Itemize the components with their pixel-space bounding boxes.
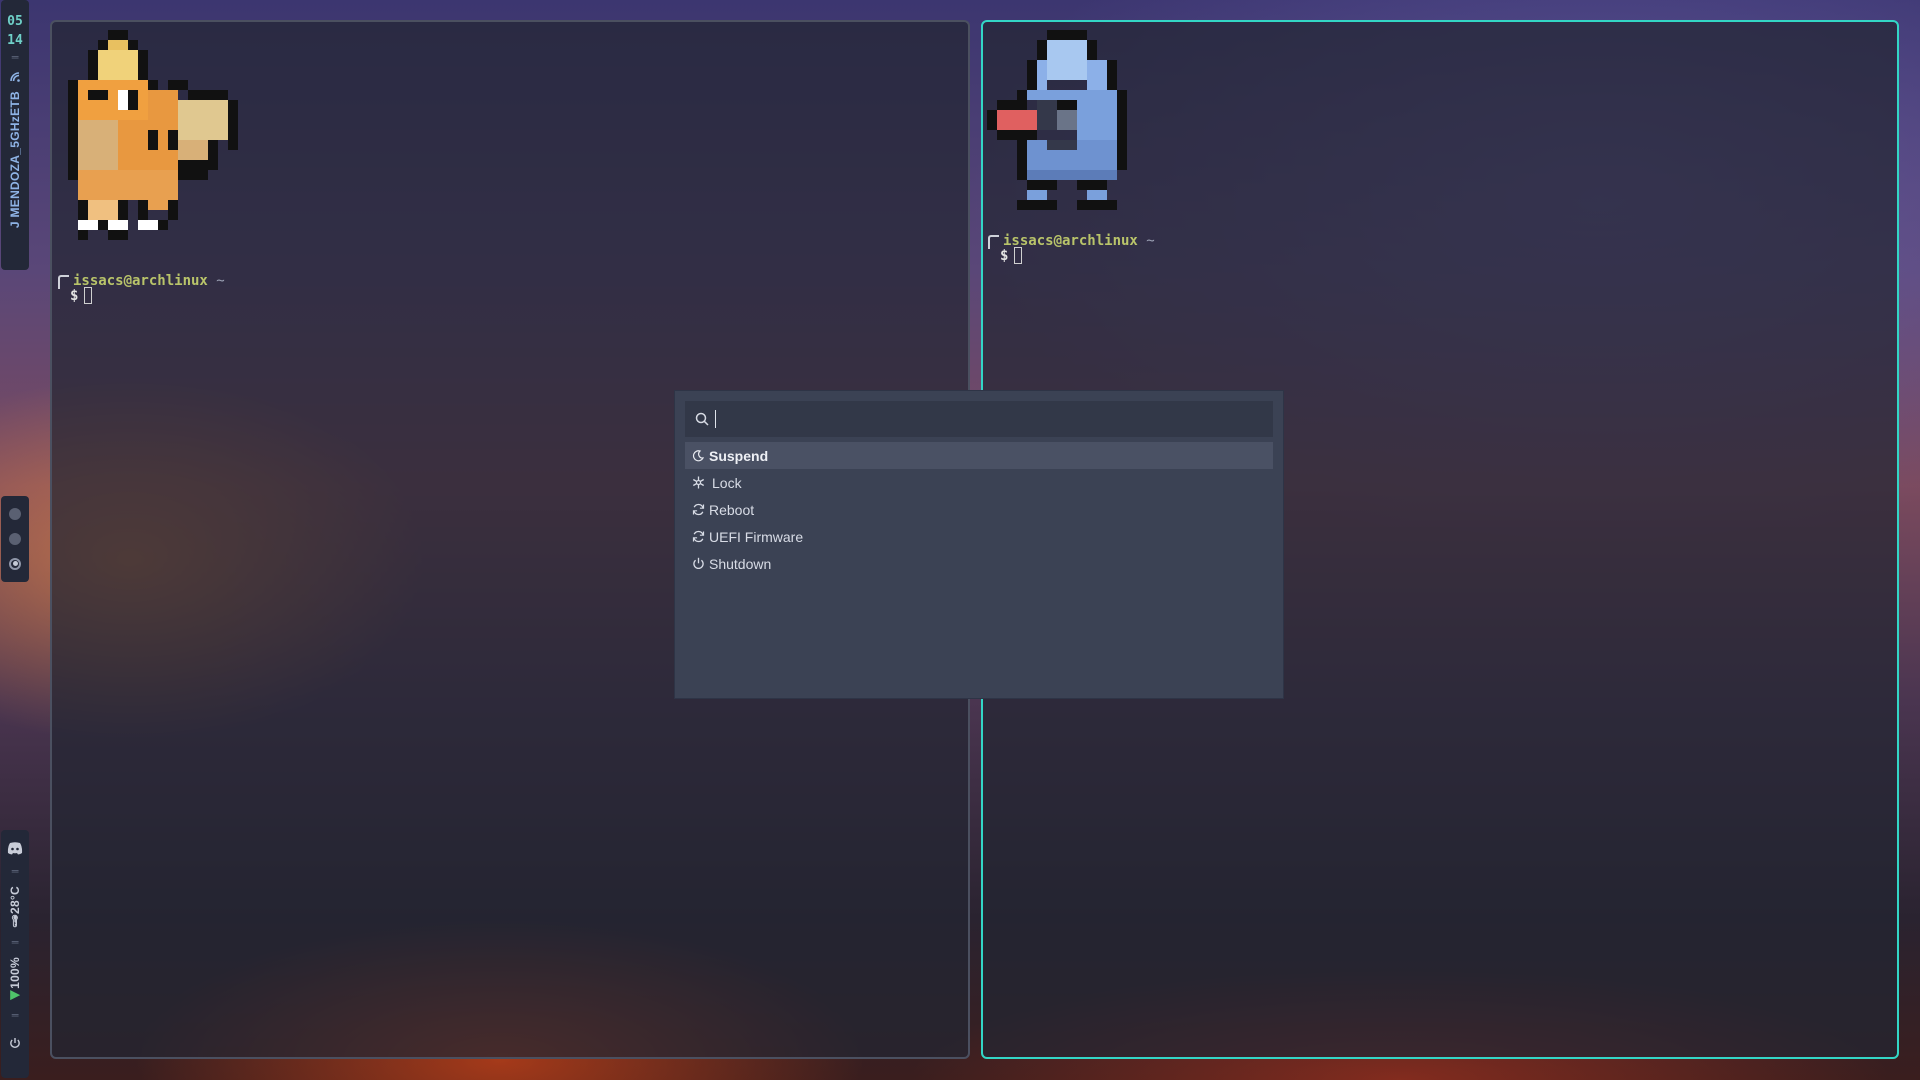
search-icon (695, 412, 709, 426)
refresh-icon (691, 530, 705, 544)
workspace-3-active[interactable] (9, 557, 21, 570)
shell-prompt[interactable]: issacs@archlinux ~ $ (988, 233, 1155, 264)
snowflake-icon (691, 476, 705, 490)
separator: ═ (11, 1008, 19, 1022)
workspace-1[interactable] (9, 508, 21, 521)
prompt-symbol: $ (70, 288, 79, 304)
menu-item-reboot[interactable]: Reboot (685, 496, 1273, 523)
power-icon[interactable] (9, 1034, 21, 1053)
prompt-path: ~ (1146, 233, 1155, 249)
temperature: 🌡28°C (8, 886, 22, 930)
text-cursor (84, 287, 93, 304)
prompt-symbol: $ (1000, 248, 1009, 264)
prompt-corner (58, 275, 69, 289)
clock: 05 14 (7, 12, 23, 50)
speaker-icon: ◀ (8, 988, 22, 1003)
separator: ═ (11, 935, 19, 949)
menu-item-label: UEFI Firmware (709, 528, 804, 545)
menu-item-uefi-firmware[interactable]: UEFI Firmware (685, 523, 1273, 550)
volume[interactable]: ◀100% (8, 957, 22, 1003)
menu-item-label: Shutdown (709, 555, 772, 572)
workspace-indicator (1, 496, 29, 582)
menu-item-label: Lock (712, 474, 742, 491)
temperature-value: 28°C (8, 886, 22, 915)
prompt-path: ~ (216, 273, 225, 289)
shell-prompt[interactable]: issacs@archlinux ~ $ (58, 273, 225, 304)
moon-icon (691, 449, 705, 463)
refresh-icon (691, 503, 705, 517)
discord-icon[interactable] (7, 840, 23, 859)
status-bar-top: 05 14 ═ J MENDOZA_5GHzETB (1, 0, 29, 270)
power-menu-launcher: Suspend Lock Reboot UEFI Firmware Shutdo… (675, 391, 1283, 698)
search-bar[interactable] (685, 401, 1273, 439)
search-input[interactable] (721, 401, 1265, 439)
network-name[interactable]: J MENDOZA_5GHzETB (8, 91, 22, 228)
prompt-corner (988, 235, 999, 249)
bird-pokemon-sprite (987, 30, 1127, 210)
status-bar-bottom: ═ 🌡28°C ═ ◀100% ═ (1, 830, 29, 1078)
menu-item-label: Reboot (709, 501, 755, 518)
prompt-user-host: issacs@archlinux (1003, 233, 1138, 249)
wifi-icon[interactable] (9, 68, 21, 87)
volume-value: 100% (8, 956, 22, 989)
prompt-user-host: issacs@archlinux (73, 273, 208, 289)
text-cursor (1014, 247, 1023, 264)
menu-item-label: Suspend (709, 447, 769, 464)
power-options-list: Suspend Lock Reboot UEFI Firmware Shutdo… (685, 442, 1273, 577)
menu-item-shutdown[interactable]: Shutdown (685, 550, 1273, 577)
search-caret (715, 410, 716, 428)
workspace-2[interactable] (9, 532, 21, 545)
separator: ═ (11, 865, 19, 878)
separator: ═ (11, 51, 19, 64)
thermometer-icon: 🌡 (8, 914, 22, 930)
clock-minute: 14 (7, 33, 23, 48)
menu-item-suspend[interactable]: Suspend (685, 442, 1273, 469)
fox-pokemon-sprite (68, 30, 238, 240)
clock-hour: 05 (7, 14, 23, 29)
menu-item-lock[interactable]: Lock (685, 469, 1273, 496)
power-icon (691, 557, 705, 571)
